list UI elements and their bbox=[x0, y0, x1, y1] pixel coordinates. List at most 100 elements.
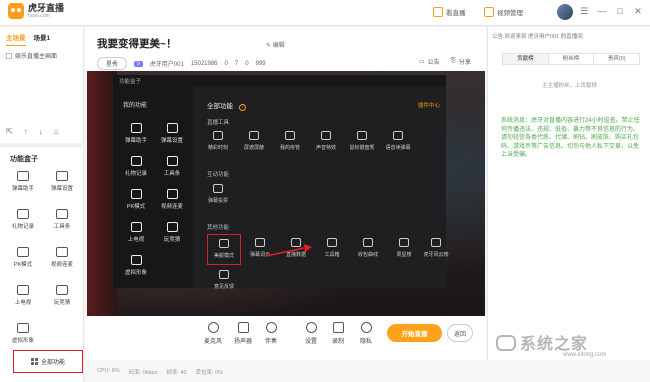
minimize-icon[interactable]: — bbox=[596, 6, 608, 16]
stat-4: 999 bbox=[255, 60, 266, 67]
my-func-avatar[interactable]: 虚拟形象 bbox=[119, 255, 153, 276]
crown-icon bbox=[431, 238, 441, 247]
scene-source-item[interactable]: 娱乐直播主画面 bbox=[6, 51, 77, 60]
bottom-toolbar: 麦克风 扬声器 伴奏 设置 录制 隐私 开始直播 返回 bbox=[85, 316, 486, 360]
rank-tabs: 贡献榜 粉丝榜 贵宾(0) bbox=[502, 53, 640, 65]
tab-contribution[interactable]: 贡献榜 bbox=[503, 54, 549, 64]
func-toolbox[interactable]: 工具箱 bbox=[315, 238, 349, 258]
video-manage-icon bbox=[484, 7, 494, 17]
watermark-text: 系统之家 bbox=[520, 334, 589, 353]
pk-icon bbox=[130, 189, 142, 199]
share-button[interactable]: ⎘ 分享 bbox=[451, 57, 471, 66]
my-func-danmu-helper[interactable]: 弹幕助手 bbox=[119, 123, 153, 144]
record-button[interactable]: 录制 bbox=[323, 322, 353, 345]
grid-icon bbox=[30, 358, 38, 365]
page-title: 我要变得更美~！ bbox=[97, 38, 177, 50]
my-func-pk-mode[interactable]: PK模式 bbox=[119, 189, 153, 210]
plugin-center-link[interactable]: 插件中心 bbox=[418, 101, 440, 109]
screen-mask-icon bbox=[249, 131, 259, 140]
func-guess[interactable]: 玩竞猜 bbox=[42, 285, 82, 306]
red-arrow-annotation bbox=[265, 244, 312, 257]
frame-rate: 帧率: 40 bbox=[166, 370, 187, 376]
func-on-tv[interactable]: 上电视 bbox=[3, 285, 43, 306]
category-selector[interactable]: 星秀 bbox=[97, 57, 128, 70]
music-icon bbox=[265, 322, 277, 333]
gear-icon bbox=[305, 322, 317, 333]
feedback-icon bbox=[219, 270, 229, 279]
func-my-moderators[interactable]: 我的房管 bbox=[273, 131, 307, 151]
bitrate: 码率: 0kbps bbox=[128, 370, 158, 376]
move-up-icon[interactable]: ↑ bbox=[24, 127, 28, 136]
help-icon[interactable]: ? bbox=[239, 104, 246, 111]
cpu-usage: CPU: 8% bbox=[97, 368, 120, 374]
my-func-video-link[interactable]: 视频连麦 bbox=[155, 189, 189, 210]
func-income-curve[interactable]: 收包曲线 bbox=[351, 238, 385, 258]
edit-title-button[interactable]: ✎ 编辑 bbox=[266, 40, 285, 49]
title-bar: 虎牙直播 huya.com 看直播 视频管理 ☰ — □ ✕ bbox=[0, 0, 650, 26]
my-functions-title: 我的功能 bbox=[123, 103, 148, 109]
my-func-guess[interactable]: 玩竞猜 bbox=[155, 222, 189, 243]
func-weekly-star[interactable]: 周星榜 bbox=[387, 238, 421, 258]
my-func-toolbar[interactable]: 工具条 bbox=[155, 156, 189, 177]
func-mouse-keyboard-show[interactable]: 鼠标键盘秀 bbox=[345, 131, 379, 151]
tab-main-scene[interactable]: 主场景 bbox=[6, 32, 26, 46]
highlight-icon bbox=[213, 131, 223, 140]
settings-button[interactable]: 设置 bbox=[296, 322, 326, 345]
tab-vip[interactable]: 贵宾(0) bbox=[594, 54, 639, 64]
func-danmu-vote[interactable]: 弹幕投票 bbox=[201, 184, 235, 204]
checkbox[interactable] bbox=[6, 52, 12, 59]
func-danmu-helper[interactable]: 弹幕助手 bbox=[3, 171, 43, 192]
privacy-button[interactable]: 隐私 bbox=[351, 322, 381, 345]
func-avatar[interactable]: 虚拟形象 bbox=[3, 323, 43, 344]
func-toolbar[interactable]: 工具条 bbox=[42, 209, 82, 230]
move-down-icon[interactable]: ↓ bbox=[39, 127, 43, 136]
accompaniment-button[interactable]: 伴奏 bbox=[256, 322, 286, 345]
maximize-icon[interactable]: □ bbox=[614, 6, 626, 16]
my-func-on-tv[interactable]: 上电视 bbox=[119, 222, 153, 243]
toolbar-icon bbox=[166, 156, 178, 166]
my-func-danmu-settings[interactable]: 弹幕设置 bbox=[155, 123, 189, 144]
func-screen-mask[interactable]: 屏遮屏蔽 bbox=[237, 131, 271, 151]
video-manage-button[interactable]: 视频管理 bbox=[484, 7, 523, 17]
keyboard-icon bbox=[357, 131, 367, 140]
gift-icon bbox=[17, 209, 29, 219]
all-functions-button[interactable]: 全部功能 bbox=[13, 350, 83, 373]
virtual-avatar-icon bbox=[17, 323, 29, 333]
delete-icon[interactable]: ⌂ bbox=[54, 127, 59, 136]
back-button[interactable]: 返回 bbox=[447, 324, 473, 342]
monitor-icon: ▭ bbox=[419, 59, 425, 65]
func-danmu-settings[interactable]: 弹幕设置 bbox=[42, 171, 82, 192]
func-pk-mode[interactable]: PK模式 bbox=[3, 247, 43, 268]
start-live-button[interactable]: 开始直播 bbox=[387, 324, 442, 342]
danmu-helper-icon bbox=[17, 171, 29, 181]
func-voice-read-danmu[interactable]: 语音读弹幕 bbox=[381, 131, 415, 151]
share-icon: ⎘ bbox=[451, 58, 456, 64]
watch-live-button[interactable]: 看直播 bbox=[433, 7, 466, 17]
tab-scene-1[interactable]: 场景1 bbox=[34, 32, 51, 46]
stat-3: 0 bbox=[245, 60, 249, 67]
danmu-helper-icon bbox=[130, 123, 142, 133]
microphone-button[interactable]: 麦克风 bbox=[198, 322, 228, 345]
popup-title: 功能盒子 bbox=[113, 75, 446, 86]
section-other: 其他功能 bbox=[207, 225, 230, 231]
my-func-gift-record[interactable]: 礼物记录 bbox=[119, 156, 153, 177]
speaker-icon bbox=[237, 322, 249, 333]
func-huya-ranking[interactable]: 虎牙风云榜 bbox=[419, 238, 453, 258]
vote-icon bbox=[213, 184, 223, 193]
func-sound-effects[interactable]: 声音特效 bbox=[309, 131, 343, 151]
func-beauty-mode[interactable]: 美颜模式 bbox=[207, 234, 241, 265]
announce-button[interactable]: ▭ 公告 bbox=[419, 57, 440, 66]
right-panel: 公告 欢迎来到 虎牙用户001 的直播间 贡献榜 粉丝榜 贵宾(0) 主主播粉丝… bbox=[487, 27, 650, 360]
watermark-url: www.xitong.com bbox=[563, 352, 607, 358]
func-highlights[interactable]: 精彩时刻 bbox=[201, 131, 235, 151]
menu-icon[interactable]: ☰ bbox=[578, 6, 590, 17]
close-icon[interactable]: ✕ bbox=[632, 6, 644, 17]
func-video-link[interactable]: 视频连麦 bbox=[42, 247, 82, 268]
tab-fans[interactable]: 粉丝榜 bbox=[549, 54, 595, 64]
avatar[interactable] bbox=[557, 4, 573, 20]
func-gift-record[interactable]: 礼物记录 bbox=[3, 209, 43, 230]
export-icon[interactable]: ⇱ bbox=[6, 127, 13, 136]
feedback-button[interactable]: 意见反馈 bbox=[207, 270, 241, 290]
speaker-button[interactable]: 扬声器 bbox=[228, 322, 258, 345]
eye-icon bbox=[360, 322, 372, 333]
